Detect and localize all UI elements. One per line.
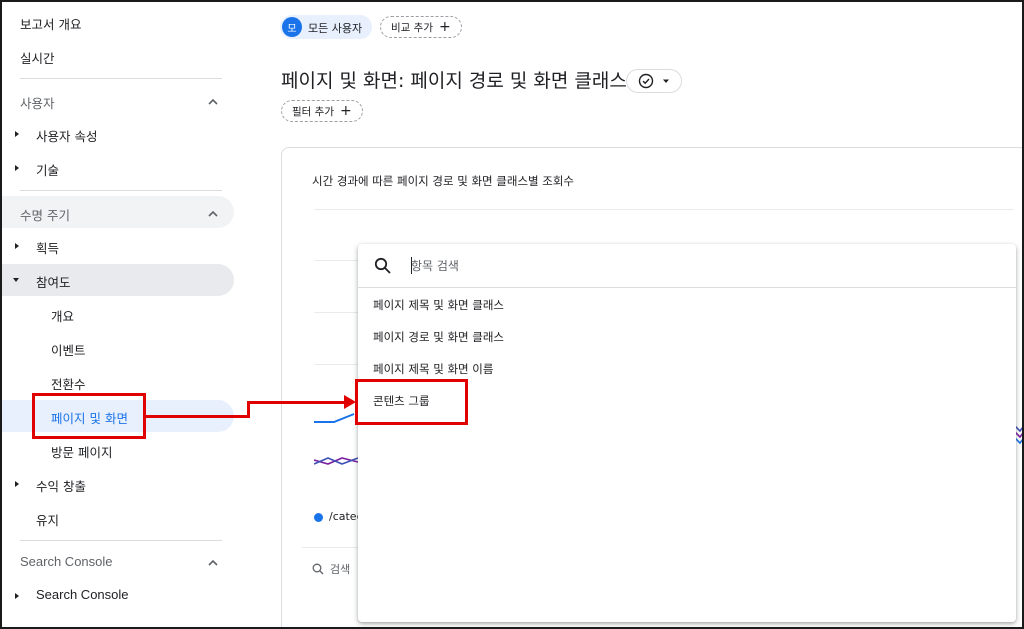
sidebar-divider [20, 540, 222, 541]
dropdown-option[interactable]: 페이지 제목 및 화면 클래스 [373, 297, 504, 313]
sidebar-section-search-console[interactable]: Search Console [20, 554, 113, 569]
sidebar-item-engagement[interactable]: 참여도 [36, 272, 71, 291]
dropdown-option[interactable]: 페이지 제목 및 화면 이름 [373, 361, 493, 377]
plus-icon: + [438, 19, 451, 35]
add-comparison-label: 비교 추가 [391, 21, 433, 34]
sidebar-item-user-attributes[interactable]: 사용자 속성 [36, 126, 97, 145]
sidebar-item-tech[interactable]: 기술 [36, 160, 59, 179]
avatar: 모 [282, 17, 302, 37]
chevron-up-icon[interactable] [206, 94, 220, 108]
annotation-box-pages-and-screens [32, 393, 146, 439]
chevron-up-icon[interactable] [206, 555, 220, 569]
annotation-arrow-segment [247, 401, 347, 404]
caret-right-icon[interactable] [13, 480, 21, 488]
caret-down-icon [663, 79, 669, 83]
sidebar-item-acquisition[interactable]: 획득 [36, 238, 59, 257]
caret-right-icon[interactable] [13, 130, 21, 138]
screenshot-frame: 보고서 개요 실시간 사용자 사용자 속성 기술 수명 주기 획득 참여도 개요… [0, 0, 1024, 629]
table-search[interactable]: 검색 [312, 561, 350, 577]
add-filter-button[interactable]: 필터 추가 + [281, 100, 363, 122]
sidebar-item-monetization[interactable]: 수익 창출 [36, 476, 86, 495]
caret-right-icon[interactable] [13, 592, 21, 600]
dimension-picker-dropdown: 페이지 제목 및 화면 클래스 페이지 경로 및 화면 클래스 페이지 제목 및… [358, 244, 1016, 622]
sidebar-item-realtime[interactable]: 실시간 [20, 48, 55, 67]
sidebar-item-reports-overview[interactable]: 보고서 개요 [20, 14, 81, 33]
table-divider [302, 547, 358, 548]
dropdown-search-row [358, 244, 1016, 288]
table-search-label: 검색 [330, 563, 351, 576]
caret-right-icon[interactable] [13, 164, 21, 172]
chevron-up-icon[interactable] [206, 206, 220, 220]
check-circle-icon [638, 73, 654, 89]
sidebar-item-conversions[interactable]: 전환수 [51, 374, 86, 393]
legend-dot [314, 513, 323, 522]
sidebar-divider [20, 78, 222, 79]
annotation-box-content-group [355, 379, 468, 425]
sidebar: 보고서 개요 실시간 사용자 사용자 속성 기술 수명 주기 획득 참여도 개요… [2, 2, 248, 627]
dropdown-search-input[interactable] [411, 256, 811, 276]
sidebar-item-retention[interactable]: 유지 [36, 510, 59, 529]
sidebar-item-landing-page[interactable]: 방문 페이지 [51, 442, 112, 461]
annotation-arrow-segment [146, 415, 249, 418]
sidebar-item-overview[interactable]: 개요 [51, 306, 74, 325]
add-comparison-button[interactable]: 비교 추가 + [380, 16, 462, 38]
sidebar-section-user[interactable]: 사용자 [20, 93, 55, 112]
plus-icon: + [339, 103, 352, 119]
chart-title: 시간 경과에 따른 페이지 경로 및 화면 클래스별 조회수 [312, 174, 575, 188]
gridline [314, 209, 1014, 210]
sidebar-item-events[interactable]: 이벤트 [51, 340, 86, 359]
caret-down-icon[interactable] [12, 276, 20, 284]
search-icon [374, 257, 391, 274]
arrow-head-icon [344, 395, 356, 409]
search-icon [312, 563, 324, 575]
all-users-label: 모든 사용자 [308, 22, 363, 35]
add-filter-label: 필터 추가 [292, 105, 334, 118]
dropdown-option[interactable]: 페이지 경로 및 화면 클래스 [373, 329, 504, 345]
sidebar-section-lifecycle[interactable]: 수명 주기 [20, 205, 70, 224]
caret-right-icon[interactable] [13, 242, 21, 250]
sidebar-divider [20, 190, 222, 191]
page-title: 페이지 및 화면: 페이지 경로 및 화면 클래스 [281, 70, 627, 92]
sidebar-item-search-console[interactable]: Search Console [36, 587, 129, 602]
title-status-dropdown[interactable] [626, 69, 682, 93]
